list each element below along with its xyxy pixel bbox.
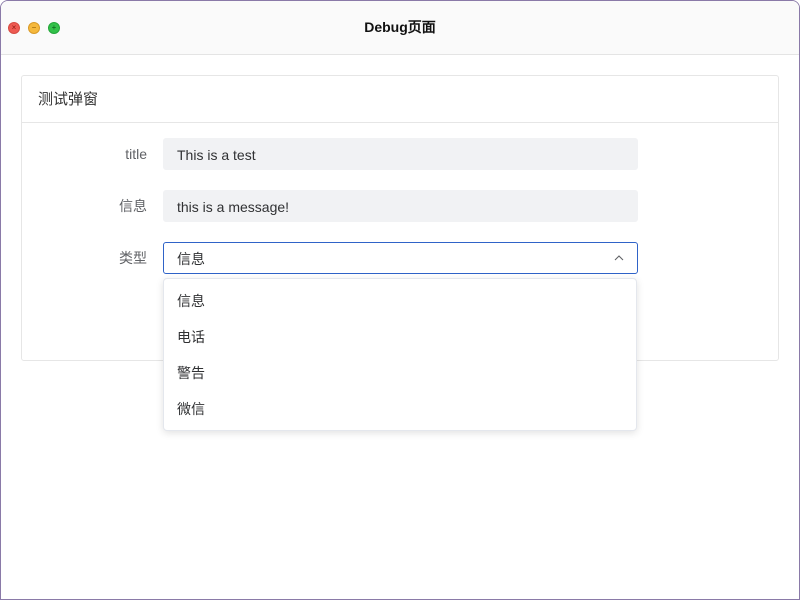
app-window: × − + Debug页面 测试弹窗 title This is a test … bbox=[0, 0, 800, 600]
type-select[interactable]: 信息 bbox=[163, 242, 638, 274]
title-bar: × − + Debug页面 bbox=[1, 1, 799, 55]
title-field[interactable]: This is a test bbox=[163, 138, 638, 170]
chevron-up-icon bbox=[614, 243, 624, 273]
message-label: 信息 bbox=[119, 198, 147, 214]
dropdown-option-warning[interactable]: 警告 bbox=[164, 355, 636, 391]
type-dropdown-menu: 信息 电话 警告 微信 bbox=[163, 278, 637, 431]
type-select-value: 信息 bbox=[177, 251, 205, 267]
dropdown-option-wechat[interactable]: 微信 bbox=[164, 391, 636, 427]
type-label: 类型 bbox=[119, 250, 147, 266]
message-field[interactable]: this is a message! bbox=[163, 190, 638, 222]
card-title: 测试弹窗 bbox=[22, 76, 778, 123]
dropdown-option-phone[interactable]: 电话 bbox=[164, 319, 636, 355]
title-label: title bbox=[125, 146, 147, 162]
dropdown-option-info[interactable]: 信息 bbox=[164, 283, 636, 319]
window-title: Debug页面 bbox=[364, 19, 436, 35]
